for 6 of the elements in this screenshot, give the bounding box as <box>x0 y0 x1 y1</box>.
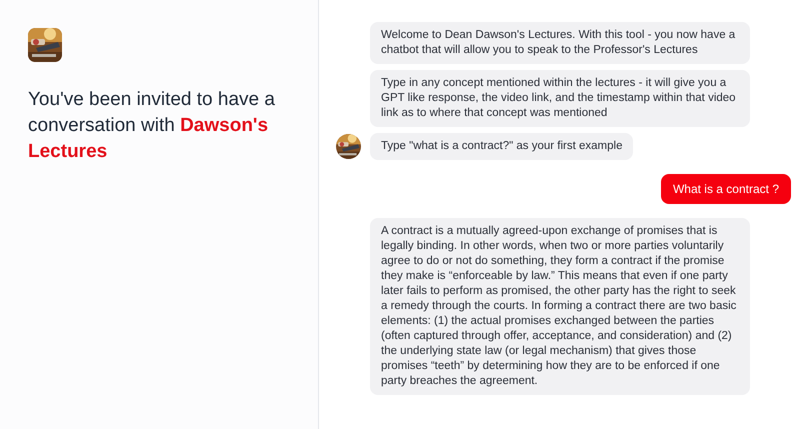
bot-message: Type in any concept mentioned within the lectures - it will give you a GPT like response, the video link, and the timestamp within that video link as to where that concept was mentioned <box>370 70 750 127</box>
bot-message: A contract is a mutually agreed-upon exchange of promises that is legally binding. In other words, when two or more parties voluntarily agree to do or not do something, they form a contract if the promise they make is “enforceable by law.” This means that even if one party later fails to perform as promised, the other party has the right to seek a remedy through the courts. In forming a contract there are two basic elements: (1) the actual promises exchanged between the parties (often captured through offer, acceptance, and consideration) and (2) the underlying state law (or legal mechanism) that gives those promises “teeth” by determining how they are to be enforced if one party breaches the agreement. <box>370 218 750 395</box>
user-message: What is a contract ? <box>660 174 791 204</box>
invitation-heading: You've been invited to have a conversation with Dawson's Lectures <box>28 88 276 164</box>
bot-message: Type "what is a contract?" as your first example <box>370 133 634 160</box>
bot-message: Welcome to Dean Dawson's Lectures. With this tool - you now have a chatbot that will allow you to speak to the Professor's Lectures <box>370 22 750 64</box>
